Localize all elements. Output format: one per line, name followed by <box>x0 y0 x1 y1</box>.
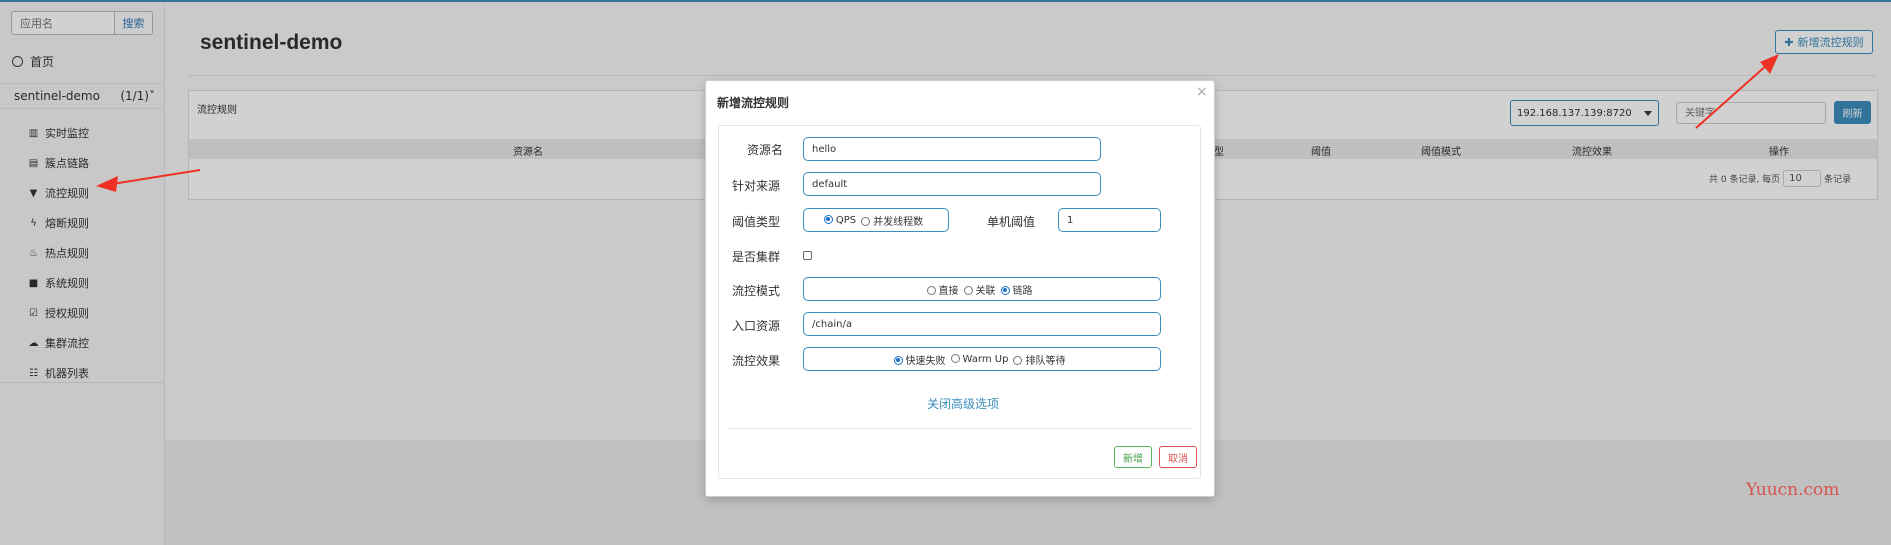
annotation-arrows <box>96 54 1779 192</box>
arrow-to-flow-rules <box>96 169 201 192</box>
arrow-to-add-button <box>1695 54 1779 129</box>
watermark: Yuucn.com <box>1746 480 1840 500</box>
